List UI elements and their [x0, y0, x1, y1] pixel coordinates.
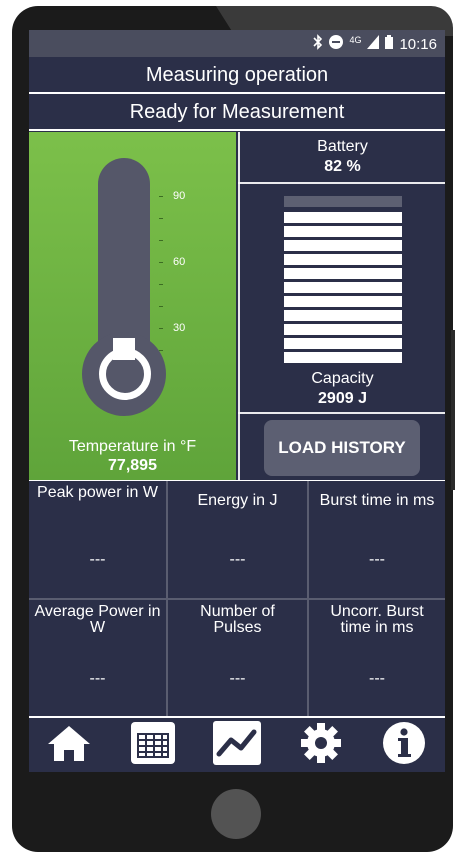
metric-energy: Energy in J --- [168, 481, 307, 598]
do-not-disturb-icon [329, 35, 344, 53]
metric-value: --- [229, 670, 246, 687]
metric-title: Number of Pulses [200, 603, 275, 636]
phone-side-button [451, 330, 455, 490]
network-label: 4G [349, 35, 362, 45]
metric-average-power: Average Power in W --- [29, 600, 166, 718]
temperature-label: Temperature in °F [68, 438, 197, 455]
capacity-bar [284, 324, 402, 335]
tick-mark [159, 328, 163, 329]
metric-value: --- [89, 551, 106, 568]
battery-status-icon [385, 35, 394, 53]
capacity-gauge [284, 196, 402, 363]
status-bar: 4G 10:16 [29, 30, 445, 57]
tick-mark [159, 262, 163, 263]
capacity-bar [284, 240, 402, 251]
temperature-panel: 90 60 30 Temperature in °F 77,895 [29, 132, 236, 480]
chart-icon [212, 720, 262, 771]
tick-label-30: 30 [173, 322, 186, 334]
metric-title: Average Power in W [34, 603, 161, 636]
divider [29, 129, 445, 131]
thermometer-ring [99, 348, 151, 400]
app-screen: 4G 10:16 Measuring operation Ready for M… [29, 30, 445, 772]
tick-label-60: 60 [173, 256, 186, 268]
metric-burst-time: Burst time in ms --- [309, 481, 445, 598]
metric-peak-power: Peak power in W --- [29, 481, 166, 598]
bottom-nav [29, 718, 445, 772]
battery-value: 82 % [324, 158, 361, 175]
tick-mark [159, 240, 163, 241]
capacity-bar [284, 226, 402, 237]
tick-mark [159, 306, 163, 307]
nav-home[interactable] [29, 718, 109, 772]
divider [238, 132, 240, 480]
capacity-bar [284, 282, 402, 293]
info-icon [382, 721, 426, 770]
bluetooth-icon [313, 34, 323, 54]
metric-title: Uncorr. Burst time in ms [330, 603, 424, 636]
divider [238, 182, 445, 184]
tick-label-90: 90 [173, 190, 186, 202]
capacity-bar [284, 212, 402, 223]
load-history-button[interactable]: LOAD HISTORY [264, 420, 420, 476]
capacity-bar-empty [284, 196, 402, 207]
signal-icon [367, 35, 380, 53]
tick-mark [159, 284, 163, 285]
metric-value: --- [369, 551, 385, 568]
status-time: 10:16 [399, 35, 437, 53]
measurement-status: Ready for Measurement [129, 101, 345, 123]
gear-icon [299, 721, 343, 770]
nav-settings[interactable] [291, 718, 351, 772]
metric-value: --- [369, 670, 385, 687]
nav-table[interactable] [125, 718, 181, 772]
capacity-value: 2909 J [318, 390, 367, 407]
metric-title: Burst time in ms [319, 492, 435, 509]
capacity-bar [284, 338, 402, 349]
battery-panel: Battery 82 % Capacity 2909 J LOAD HISTOR… [238, 132, 445, 480]
nav-info[interactable] [369, 718, 439, 772]
table-icon [130, 721, 176, 770]
temperature-value: 77,895 [108, 457, 157, 474]
metric-title: Energy in J [197, 492, 278, 509]
capacity-label: Capacity [311, 370, 374, 387]
metric-number-of-pulses: Number of Pulses --- [168, 600, 307, 718]
capacity-bar [284, 296, 402, 307]
metric-title: Peak power in W [37, 484, 158, 501]
battery-label: Battery [317, 138, 368, 155]
home-icon [46, 724, 92, 767]
metric-value: --- [89, 670, 106, 687]
capacity-bar [284, 352, 402, 363]
capacity-bar [284, 268, 402, 279]
tick-mark [159, 218, 163, 219]
tick-mark [159, 350, 163, 351]
nav-chart[interactable] [205, 718, 269, 772]
metric-uncorr-burst-time: Uncorr. Burst time in ms --- [309, 600, 445, 718]
metric-value: --- [229, 551, 246, 568]
tick-mark [159, 196, 163, 197]
page-title: Measuring operation [145, 64, 329, 86]
divider [29, 92, 445, 94]
capacity-bar [284, 310, 402, 321]
metrics-grid: Peak power in W --- Energy in J --- Burs… [29, 481, 445, 718]
capacity-bar [284, 254, 402, 265]
divider [238, 412, 445, 414]
phone-home-button[interactable] [211, 789, 261, 839]
